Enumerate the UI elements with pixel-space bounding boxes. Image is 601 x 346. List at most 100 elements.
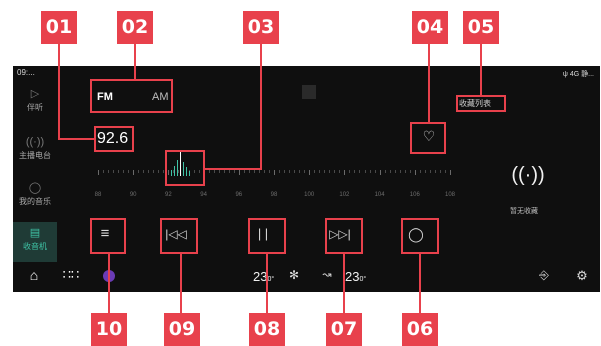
callout-08: 08 — [249, 313, 285, 346]
passenger-temperature[interactable]: 230° — [345, 269, 366, 284]
sidebar-item-anchor-radio[interactable]: ((·)) 主播电台 — [13, 136, 57, 161]
driver-temperature[interactable]: 230° — [253, 269, 274, 284]
highlight-list — [90, 218, 126, 254]
scale-tick — [359, 170, 361, 173]
car-icon[interactable]: ⎆ — [535, 268, 553, 283]
scale-tick — [339, 170, 341, 173]
callout-07: 07 — [326, 313, 362, 346]
scale-tick — [324, 170, 326, 173]
sidebar: ▷ 伴听 ((·)) 主播电台 ◯ 我的音乐 ▤ 收音机 — [13, 80, 57, 262]
scale-tick — [208, 170, 210, 173]
sidebar-item-label: 伴听 — [27, 103, 43, 112]
leader-01-h — [58, 138, 95, 140]
scale-tick — [233, 170, 235, 173]
seat-heat-icon[interactable]: ↝ — [318, 268, 336, 281]
scale-label: 96 — [235, 192, 243, 198]
scale-tick — [319, 170, 321, 173]
scale-tick — [248, 170, 250, 173]
highlight-previous — [160, 218, 198, 254]
callout-02: 02 — [117, 11, 153, 44]
scale-tick — [374, 170, 376, 173]
status-time: 09:... — [17, 68, 35, 77]
scale-tick — [354, 170, 356, 173]
sidebar-item-label: 主播电台 — [19, 151, 51, 160]
scale-tick — [243, 170, 245, 173]
apps-button[interactable]: ∷∷ — [60, 267, 82, 283]
scale-tick — [344, 170, 346, 175]
leader-06 — [419, 253, 421, 314]
play-icon: ▷ — [30, 88, 40, 100]
scale-tick — [138, 170, 140, 173]
scale-tick — [314, 170, 316, 173]
settings-icon[interactable]: ⚙ — [573, 268, 591, 284]
scale-tick — [379, 170, 381, 175]
scale-label: 106 — [409, 192, 420, 198]
no-favorites-text: 暂无收藏 — [510, 208, 538, 215]
leader-05 — [480, 44, 482, 96]
home-button[interactable]: ⌂ — [23, 267, 45, 283]
scale-label: 108 — [444, 192, 456, 198]
leader-02 — [134, 44, 136, 80]
scale-tick — [268, 170, 270, 173]
grid-icon: ∷∷ — [62, 267, 80, 282]
leader-01-v — [58, 44, 60, 140]
scale-tick — [389, 170, 391, 173]
scale-label: 102 — [339, 192, 350, 198]
scale-label: 98 — [270, 192, 278, 198]
scale-tick — [304, 170, 306, 173]
highlight-band — [90, 79, 173, 113]
scale-tick — [133, 170, 135, 175]
home-icon: ⌂ — [29, 267, 39, 283]
sidebar-item-label: 收音机 — [23, 242, 47, 251]
highlight-scan — [401, 218, 439, 254]
scale-tick — [143, 170, 145, 173]
station-logo-placeholder — [302, 85, 316, 99]
leader-09 — [180, 253, 182, 314]
bottom-bar: ⌂ ∷∷ 230° ✻ ↝ 230° ⎆ ⚙ — [13, 262, 600, 292]
scale-tick — [253, 170, 255, 173]
highlight-favorite — [410, 122, 446, 154]
scale-tick — [434, 170, 436, 173]
user-icon: ◯ — [28, 182, 42, 194]
sidebar-item-companion[interactable]: ▷ 伴听 — [13, 88, 57, 113]
network-indicator: 4G — [569, 71, 580, 78]
scale-tick — [399, 170, 401, 173]
scale-tick — [158, 170, 160, 173]
scale-tick — [364, 170, 366, 173]
scale-tick — [123, 170, 125, 173]
leader-03-v — [260, 44, 262, 170]
scale-tick — [279, 170, 281, 173]
scale-tick — [118, 170, 120, 173]
callout-04: 04 — [412, 11, 448, 44]
leader-04 — [428, 44, 430, 123]
scale-tick — [404, 170, 406, 173]
scale-tick — [384, 170, 386, 173]
fan-icon[interactable]: ✻ — [285, 268, 303, 282]
scale-tick — [263, 170, 265, 173]
scale-tick — [299, 170, 301, 173]
callout-06: 06 — [402, 313, 438, 346]
scale-tick — [429, 170, 431, 173]
scale-tick — [213, 170, 215, 173]
broadcast-icon: ((·)) — [511, 164, 545, 186]
highlight-next — [325, 218, 363, 254]
scale-tick — [258, 170, 260, 173]
scale-tick — [289, 170, 291, 173]
leader-07 — [343, 253, 345, 314]
sidebar-item-radio[interactable]: ▤ 收音机 — [13, 222, 57, 262]
scale-tick — [128, 170, 130, 173]
scale-tick — [284, 170, 286, 173]
highlight-tuning — [165, 150, 205, 186]
tuning-scale[interactable] — [98, 170, 451, 182]
scale-tick — [439, 170, 441, 173]
highlight-frequency — [94, 126, 134, 152]
scale-tick — [148, 170, 150, 173]
sidebar-item-label: 我的音乐 — [19, 197, 51, 206]
status-extra: 静... — [581, 71, 594, 78]
leader-10 — [108, 253, 110, 314]
scale-tick — [349, 170, 351, 173]
callout-03: 03 — [243, 11, 279, 44]
highlight-pause — [248, 218, 286, 254]
sidebar-item-my-music[interactable]: ◯ 我的音乐 — [13, 182, 57, 207]
broadcast-icon: ((·)) — [25, 136, 45, 148]
